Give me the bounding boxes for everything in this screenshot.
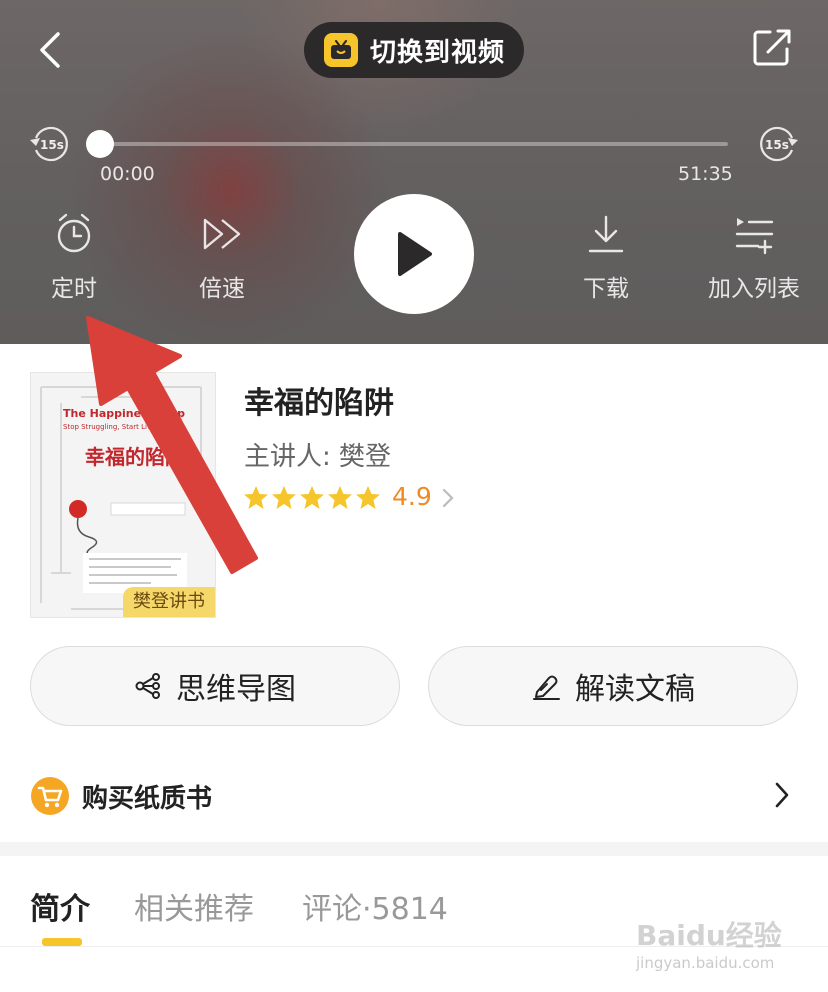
timer-label: 定时 — [51, 276, 97, 302]
shopping-cart-icon — [31, 777, 69, 815]
chevron-left-icon — [40, 32, 60, 68]
cover-badge: 樊登讲书 — [123, 587, 215, 617]
buy-paper-book-row[interactable]: 购买纸质书 — [30, 776, 212, 816]
rating-chevron-icon[interactable] — [440, 486, 456, 514]
timer-button[interactable]: 定时 — [34, 212, 114, 302]
section-divider — [0, 842, 828, 856]
pen-icon — [533, 675, 560, 700]
tab-comments[interactable]: 评论·5814 — [302, 884, 448, 928]
playlist-add-icon — [735, 218, 774, 255]
play-button[interactable] — [354, 194, 474, 314]
speed-label: 倍速 — [199, 276, 245, 302]
current-time: 00:00 — [100, 163, 155, 185]
speed-button[interactable]: 倍速 — [182, 212, 262, 302]
skip-back-15s-button[interactable]: 15s — [28, 122, 72, 166]
add-to-list-label: 加入列表 — [708, 276, 800, 302]
cover-chinese-title: 幸福的陷阱 — [85, 445, 185, 469]
cover-english-subtitle: Stop Struggling, Start Living — [63, 423, 162, 431]
alarm-clock-icon — [57, 213, 91, 253]
watermark-logo: Baidu经验 — [636, 919, 782, 952]
back-button[interactable] — [30, 28, 74, 72]
svg-text:15s: 15s — [765, 138, 789, 152]
switch-to-video-label: 切换到视频 — [370, 37, 506, 68]
watermark-url: jingyan.baidu.com — [636, 954, 775, 972]
mind-map-icon — [135, 673, 160, 699]
star-rating — [242, 484, 384, 512]
speaker-name: 主讲人: 樊登 — [244, 442, 392, 472]
cover-english-title: The Happiness Trap — [63, 407, 186, 420]
star-icons — [244, 486, 380, 509]
total-time: 51:35 — [678, 163, 733, 185]
rewind-15s-icon: 15s — [30, 126, 68, 162]
tv-icon — [324, 33, 358, 67]
tab-intro[interactable]: 简介 — [30, 884, 90, 928]
svg-text:15s: 15s — [40, 138, 64, 152]
transcript-button[interactable]: 解读文稿 — [428, 646, 798, 726]
switch-to-video-button[interactable]: 切换到视频 — [304, 22, 524, 78]
buy-paper-book-label: 购买纸质书 — [82, 783, 213, 814]
mind-map-label: 思维导图 — [176, 672, 296, 707]
transcript-label: 解读文稿 — [575, 672, 695, 707]
mind-map-button[interactable]: 思维导图 — [30, 646, 400, 726]
buy-chevron-icon[interactable] — [772, 780, 792, 814]
rating-value[interactable]: 4.9 — [392, 482, 432, 511]
forward-15s-icon: 15s — [760, 126, 798, 162]
fast-forward-icon — [203, 218, 241, 250]
book-title: 幸福的陷阱 — [244, 386, 394, 421]
share-button[interactable] — [750, 26, 794, 70]
progress-thumb[interactable] — [86, 130, 114, 158]
active-tab-indicator — [42, 938, 82, 946]
progress-track[interactable] — [100, 142, 728, 146]
download-button[interactable]: 下载 — [566, 212, 646, 302]
skip-forward-15s-button[interactable]: 15s — [756, 122, 800, 166]
download-label: 下载 — [583, 276, 629, 302]
download-icon — [588, 215, 624, 253]
tab-recommendations[interactable]: 相关推荐 — [134, 884, 254, 928]
book-cover[interactable]: The Happiness Trap Stop Struggling, Star… — [30, 372, 216, 618]
share-icon — [753, 29, 791, 66]
add-to-list-button[interactable]: 加入列表 — [700, 212, 808, 302]
play-icon — [398, 232, 432, 276]
